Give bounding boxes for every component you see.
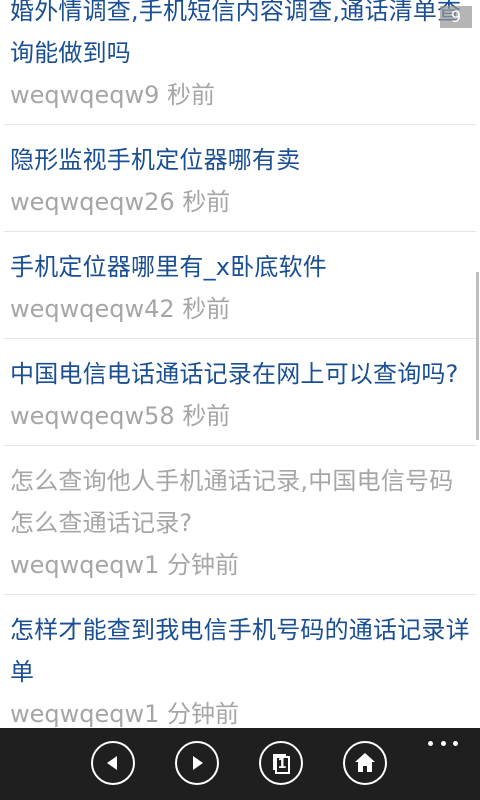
home-icon: [355, 753, 375, 772]
post-time: 秒前: [167, 81, 216, 109]
list-item[interactable]: 隐形监视手机定位器哪有卖 weqwqeqw26 秒前: [4, 125, 476, 232]
post-time: 秒前: [182, 402, 231, 430]
back-button[interactable]: [91, 741, 135, 785]
question-title-link[interactable]: 怎样才能查到我电信手机号码的通话记录详单: [10, 609, 470, 693]
list-item[interactable]: 婚外情调查,手机短信内容调查,通话清单查询能做到吗 weqwqeqw9 秒前: [4, 0, 476, 125]
question-title-link[interactable]: 手机定位器哪里有_x卧底软件: [10, 246, 470, 288]
post-time: 分钟前: [167, 700, 240, 728]
author-name: weqwqeqw42: [10, 295, 175, 323]
question-title-link[interactable]: 中国电信电话通话记录在网上可以查询吗?: [10, 353, 470, 395]
forward-arrow-icon: [193, 756, 203, 770]
ellipsis-icon: [428, 740, 433, 746]
corner-badge: 9: [440, 6, 472, 28]
question-meta: weqwqeqw9 秒前: [10, 74, 470, 116]
author-name: weqwqeqw9: [10, 81, 160, 109]
question-meta: weqwqeqw58 秒前: [10, 395, 470, 437]
author-name: weqwqeqw1: [10, 551, 160, 579]
more-menu-button[interactable]: [428, 736, 458, 750]
question-meta: weqwqeqw1 分钟前: [10, 693, 470, 728]
list-item[interactable]: 怎样才能查到我电信手机号码的通话记录详单 weqwqeqw1 分钟前: [4, 595, 476, 728]
ellipsis-icon: [453, 740, 458, 746]
question-meta: weqwqeqw26 秒前: [10, 181, 470, 223]
scrollbar[interactable]: [476, 272, 479, 440]
list-item[interactable]: 手机定位器哪里有_x卧底软件 weqwqeqw42 秒前: [4, 232, 476, 339]
list-item[interactable]: 中国电信电话通话记录在网上可以查询吗? weqwqeqw58 秒前: [4, 339, 476, 446]
question-list: 婚外情调查,手机短信内容调查,通话清单查询能做到吗 weqwqeqw9 秒前 隐…: [0, 0, 480, 728]
author-name: weqwqeqw58: [10, 402, 175, 430]
back-arrow-icon: [107, 756, 117, 770]
list-item[interactable]: 怎么查询他人手机通话记录,中国电信号码怎么查通话记录? weqwqeqw1 分钟…: [4, 446, 476, 595]
question-meta: weqwqeqw42 秒前: [10, 288, 470, 330]
app-bar: 1: [0, 728, 480, 800]
question-meta: weqwqeqw1 分钟前: [10, 544, 470, 586]
tabs-button[interactable]: 1: [259, 741, 303, 785]
ellipsis-icon: [440, 740, 446, 746]
question-title-link[interactable]: 婚外情调查,手机短信内容调查,通话清单查询能做到吗: [10, 0, 470, 74]
author-name: weqwqeqw26: [10, 188, 175, 216]
tab-count: 1: [277, 756, 287, 772]
post-time: 秒前: [182, 188, 231, 216]
question-title-link[interactable]: 隐形监视手机定位器哪有卖: [10, 139, 470, 181]
forward-button[interactable]: [175, 741, 219, 785]
question-title-link-visited[interactable]: 怎么查询他人手机通话记录,中国电信号码怎么查通话记录?: [10, 460, 470, 544]
question-feed[interactable]: 婚外情调查,手机短信内容调查,通话清单查询能做到吗 weqwqeqw9 秒前 隐…: [0, 0, 480, 728]
browser-screen: 婚外情调查,手机短信内容调查,通话清单查询能做到吗 weqwqeqw9 秒前 隐…: [0, 0, 480, 800]
author-name: weqwqeqw1: [10, 700, 160, 728]
post-time: 分钟前: [167, 551, 240, 579]
post-time: 秒前: [182, 295, 231, 323]
home-button[interactable]: [343, 741, 387, 785]
